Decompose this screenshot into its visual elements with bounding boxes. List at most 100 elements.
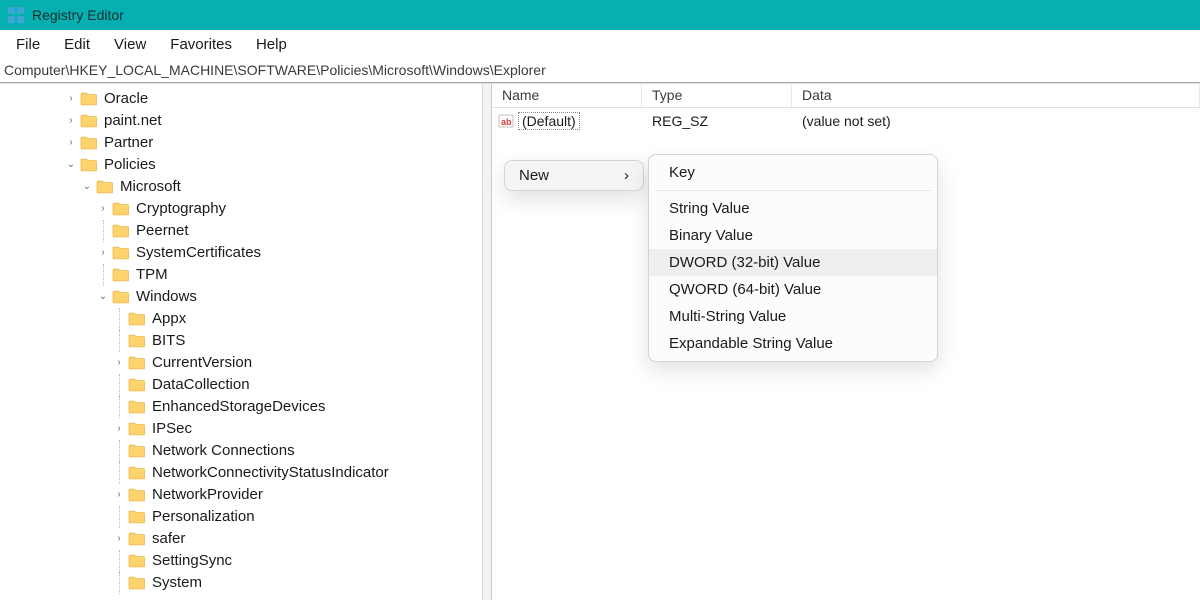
- chevron-down-icon[interactable]: ⌄: [64, 154, 78, 176]
- tree-item-label: Personalization: [152, 506, 255, 528]
- tree-pane[interactable]: ›Oracle›paint.net›Partner⌄Policies⌄Micro…: [0, 84, 492, 600]
- main-split: ›Oracle›paint.net›Partner⌄Policies⌄Micro…: [0, 83, 1200, 600]
- column-headers: Name Type Data: [492, 84, 1200, 108]
- tree-item[interactable]: › CurrentVersion: [0, 352, 491, 374]
- tree-item[interactable]: ⌄ Policies: [0, 154, 491, 176]
- menu-favorites[interactable]: Favorites: [158, 32, 244, 57]
- chevron-down-icon[interactable]: ⌄: [80, 176, 94, 198]
- chevron-right-icon: ›: [624, 167, 629, 184]
- tree-connector: [112, 396, 126, 418]
- folder-icon: [128, 575, 146, 591]
- folder-icon: [80, 135, 98, 151]
- values-pane[interactable]: Name Type Data (Default) REG_SZ (value n…: [492, 84, 1200, 600]
- tree-item[interactable]: ⌄ Windows: [0, 286, 491, 308]
- tree-item-label: Peernet: [136, 220, 189, 242]
- folder-icon: [128, 421, 146, 437]
- col-type[interactable]: Type: [642, 84, 792, 107]
- context-submenu-item[interactable]: Multi-String Value: [649, 303, 937, 330]
- folder-icon: [112, 289, 130, 305]
- tree-item[interactable]: Personalization: [0, 506, 491, 528]
- address-bar[interactable]: Computer\HKEY_LOCAL_MACHINE\SOFTWARE\Pol…: [0, 59, 1200, 83]
- chevron-down-icon[interactable]: ⌄: [96, 286, 110, 308]
- tree-item[interactable]: ›Partner: [0, 132, 491, 154]
- tree-item[interactable]: System: [0, 572, 491, 594]
- tree-connector: [112, 308, 126, 330]
- tree-item-label: Oracle: [104, 88, 148, 110]
- tree-item[interactable]: › Oracle: [0, 88, 491, 110]
- chevron-right-icon[interactable]: ›: [64, 88, 78, 110]
- tree-item-label: safer: [152, 528, 185, 550]
- context-submenu-item[interactable]: QWORD (64-bit) Value: [649, 276, 937, 303]
- chevron-right-icon[interactable]: ›: [96, 242, 110, 264]
- context-submenu-item[interactable]: Expandable String Value: [649, 330, 937, 357]
- tree-item[interactable]: Network Connections: [0, 440, 491, 462]
- context-submenu-item[interactable]: Binary Value: [649, 222, 937, 249]
- context-submenu-item[interactable]: DWORD (32-bit) Value: [649, 249, 937, 276]
- value-row[interactable]: (Default) REG_SZ (value not set): [492, 108, 1200, 134]
- folder-icon: [112, 201, 130, 217]
- tree-item[interactable]: › IPSec: [0, 418, 491, 440]
- tree-item-label: Appx: [152, 308, 186, 330]
- chevron-right-icon[interactable]: ›: [64, 110, 78, 132]
- tree-item-label: Network Connections: [152, 440, 295, 462]
- app-icon: [8, 7, 24, 23]
- tree-item-label: Microsoft: [120, 176, 181, 198]
- tree-item-label: TPM: [136, 264, 168, 286]
- context-menu-new[interactable]: New ›: [505, 161, 643, 190]
- tree-item-label: System: [152, 572, 202, 594]
- folder-icon: [80, 157, 98, 173]
- tree-item-label: SystemCertificates: [136, 242, 261, 264]
- menu-edit[interactable]: Edit: [52, 32, 102, 57]
- chevron-right-icon[interactable]: ›: [64, 132, 78, 154]
- app-title: Registry Editor: [32, 7, 124, 23]
- menu-file[interactable]: File: [4, 32, 52, 57]
- tree-item-label: DataCollection: [152, 374, 250, 396]
- chevron-right-icon[interactable]: ›: [112, 484, 126, 506]
- tree-item-label: SettingSync: [152, 550, 232, 572]
- title-bar: Registry Editor: [0, 0, 1200, 30]
- tree-item[interactable]: ›NetworkProvider: [0, 484, 491, 506]
- menu-view[interactable]: View: [102, 32, 158, 57]
- string-value-icon: [498, 113, 514, 129]
- tree-item[interactable]: › SystemCertificates: [0, 242, 491, 264]
- folder-icon: [128, 311, 146, 327]
- tree-item[interactable]: ⌄ Microsoft: [0, 176, 491, 198]
- folder-icon: [128, 377, 146, 393]
- tree-item[interactable]: › safer: [0, 528, 491, 550]
- col-data[interactable]: Data: [792, 84, 1200, 107]
- chevron-right-icon[interactable]: ›: [112, 352, 126, 374]
- folder-icon: [80, 91, 98, 107]
- tree-item[interactable]: SettingSync: [0, 550, 491, 572]
- tree-item-label: Cryptography: [136, 198, 226, 220]
- tree-item[interactable]: TPM: [0, 264, 491, 286]
- tree-item[interactable]: BITS: [0, 330, 491, 352]
- tree-item-label: Windows: [136, 286, 197, 308]
- tree-connector: [112, 440, 126, 462]
- tree-item[interactable]: DataCollection: [0, 374, 491, 396]
- tree-item-label: NetworkConnectivityStatusIndicator: [152, 462, 389, 484]
- tree-item-label: Policies: [104, 154, 156, 176]
- context-submenu-item[interactable]: Key: [649, 159, 937, 186]
- chevron-right-icon[interactable]: ›: [112, 418, 126, 440]
- context-submenu[interactable]: Key String ValueBinary ValueDWORD (32-bit…: [648, 154, 938, 362]
- chevron-right-icon[interactable]: ›: [112, 528, 126, 550]
- folder-icon: [112, 267, 130, 283]
- tree-item[interactable]: Peernet: [0, 220, 491, 242]
- tree-item-label: IPSec: [152, 418, 192, 440]
- tree-item-label: CurrentVersion: [152, 352, 252, 374]
- tree-item[interactable]: NetworkConnectivityStatusIndicator: [0, 462, 491, 484]
- folder-icon: [128, 531, 146, 547]
- menu-help[interactable]: Help: [244, 32, 299, 57]
- tree-item[interactable]: › Cryptography: [0, 198, 491, 220]
- context-submenu-item[interactable]: String Value: [649, 195, 937, 222]
- col-name[interactable]: Name: [492, 84, 642, 107]
- folder-icon: [128, 509, 146, 525]
- tree-item[interactable]: ›paint.net: [0, 110, 491, 132]
- value-type: REG_SZ: [642, 113, 792, 129]
- chevron-right-icon[interactable]: ›: [96, 198, 110, 220]
- context-menu-new-label: New: [519, 167, 549, 184]
- tree-item[interactable]: Appx: [0, 308, 491, 330]
- tree-item[interactable]: EnhancedStorageDevices: [0, 396, 491, 418]
- value-name: (Default): [518, 112, 580, 130]
- context-menu[interactable]: New ›: [504, 160, 644, 191]
